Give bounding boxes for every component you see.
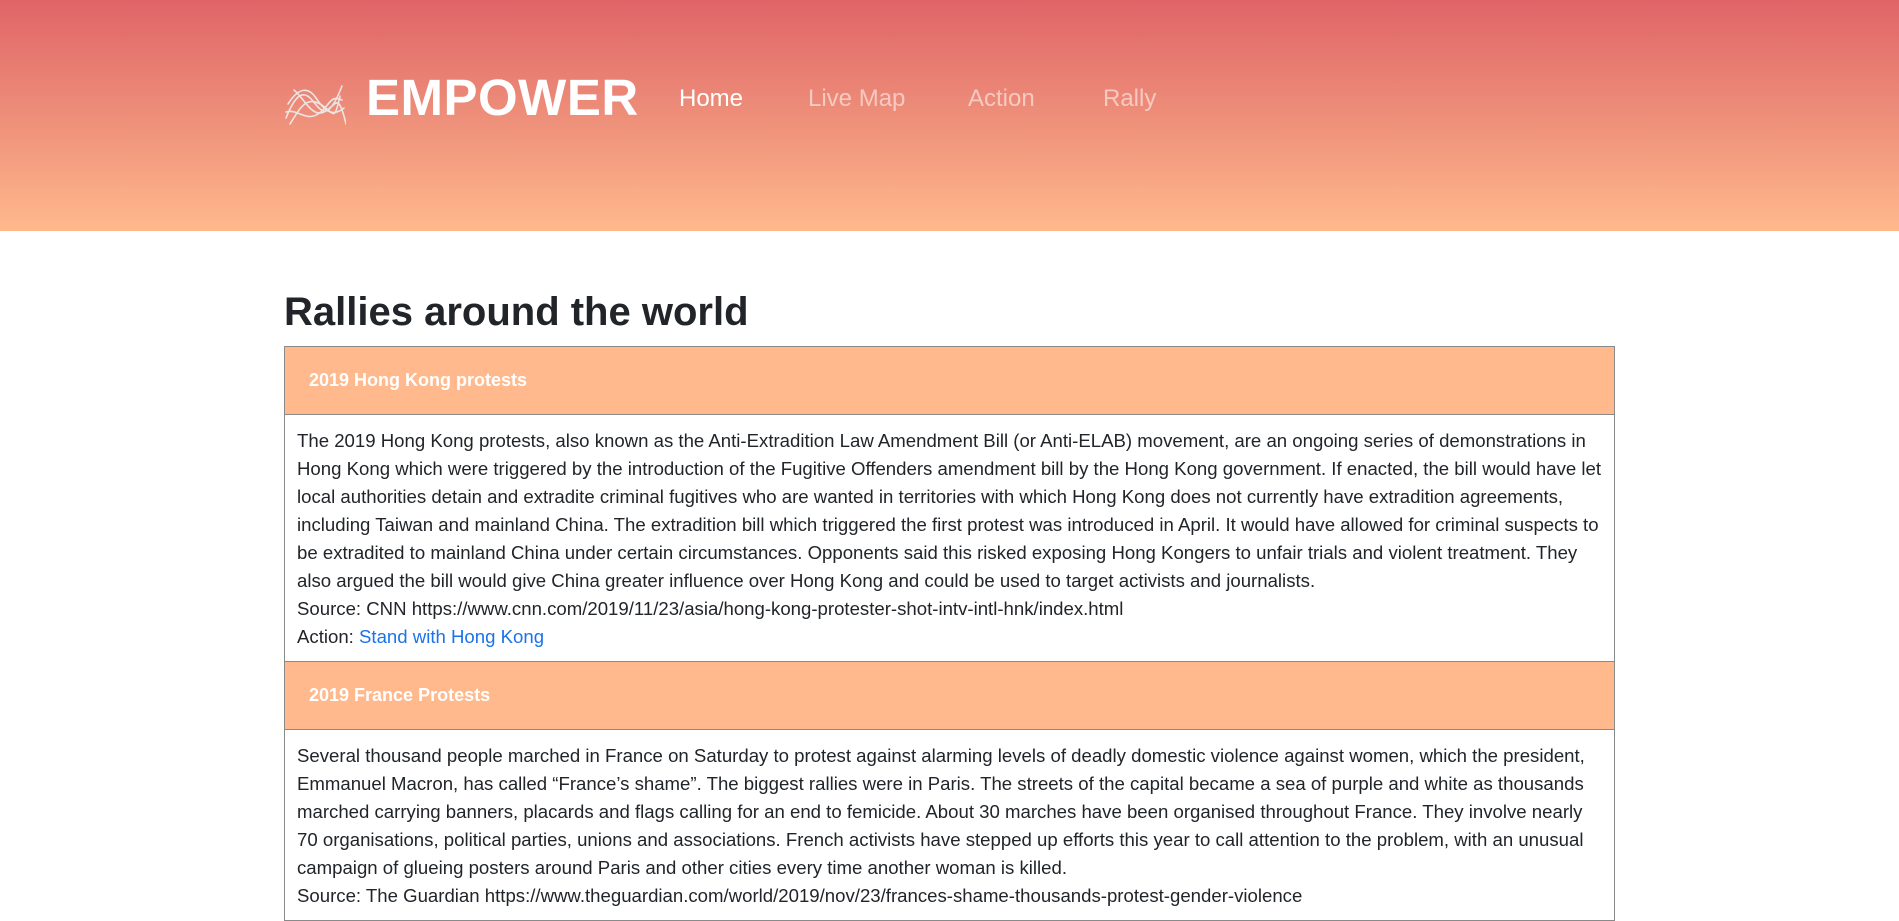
stand-with-hong-kong-link[interactable]: Stand with Hong Kong — [359, 626, 544, 647]
rally-source: Source: The Guardian https://www.theguar… — [297, 885, 1303, 906]
rally-header-france[interactable]: 2019 France Protests — [285, 662, 1614, 730]
nav-action[interactable]: Action — [968, 84, 1035, 114]
page-title: Rallies around the world — [284, 290, 749, 334]
tangled-lines-logo-icon[interactable] — [284, 78, 346, 128]
nav-live-map[interactable]: Live Map — [808, 84, 905, 114]
rally-header-hong-kong[interactable]: 2019 Hong Kong protests — [285, 347, 1614, 415]
action-prefix: Action: — [297, 626, 354, 647]
rally-description: Several thousand people marched in Franc… — [297, 745, 1585, 878]
site-header: EMPOWER Home Live Map Action Rally — [0, 0, 1899, 231]
brand-name[interactable]: EMPOWER — [366, 68, 639, 128]
rally-list: 2019 Hong Kong protests The 2019 Hong Ko… — [284, 346, 1615, 921]
nav-home[interactable]: Home — [679, 84, 743, 114]
nav-rally[interactable]: Rally — [1103, 84, 1156, 114]
rally-body-hong-kong: The 2019 Hong Kong protests, also known … — [285, 415, 1614, 662]
rally-action: Action: Stand with Hong Kong — [297, 623, 1602, 651]
rally-description: The 2019 Hong Kong protests, also known … — [297, 430, 1602, 591]
rally-body-france: Several thousand people marched in Franc… — [285, 730, 1614, 921]
rally-source: Source: CNN https://www.cnn.com/2019/11/… — [297, 598, 1124, 619]
